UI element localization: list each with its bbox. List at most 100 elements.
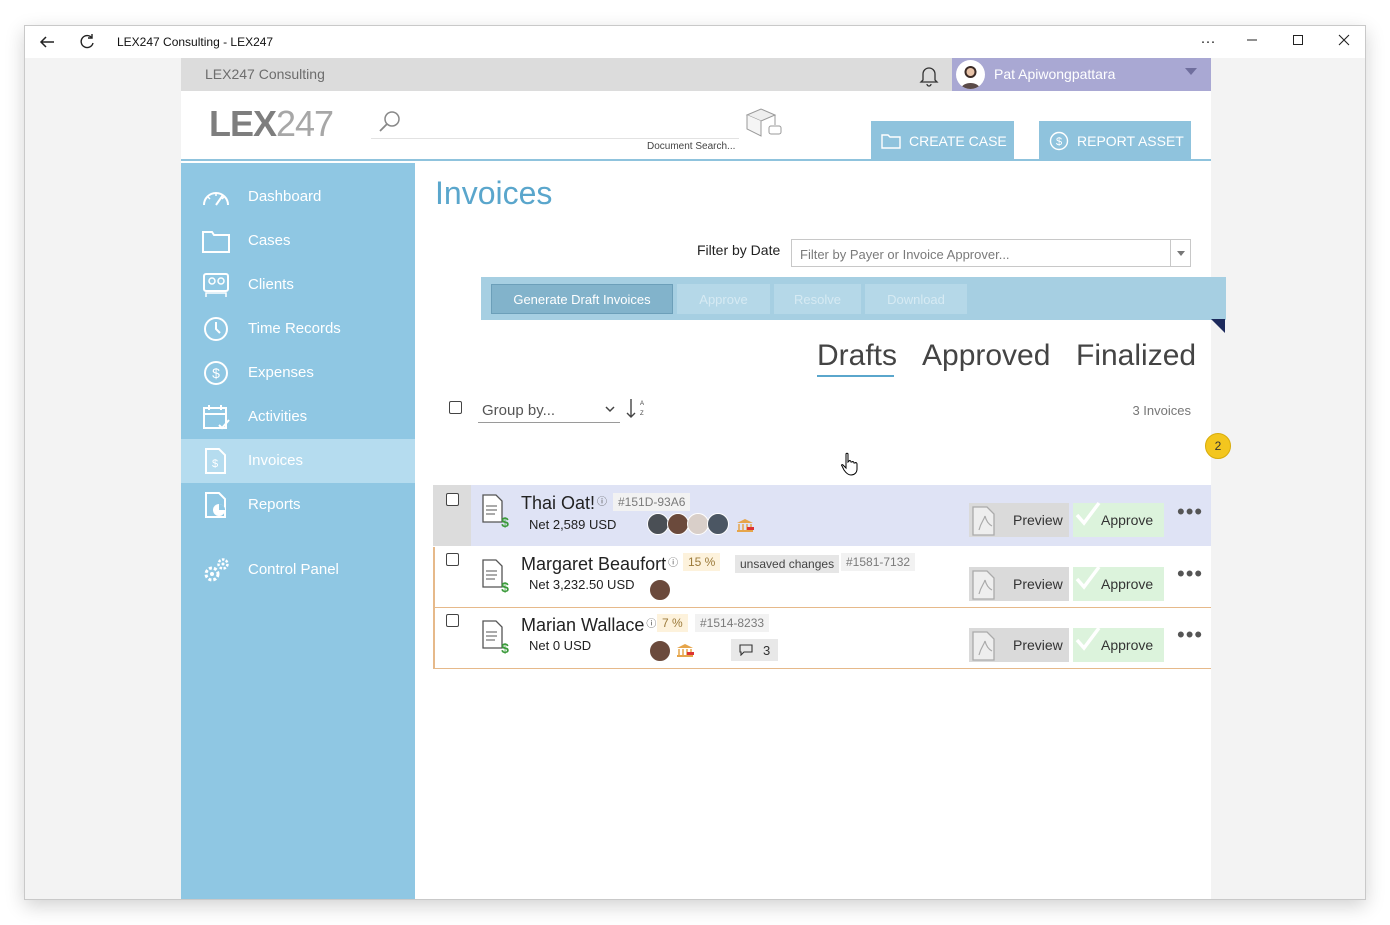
chevron-down-icon[interactable]	[1185, 68, 1197, 75]
avatar	[649, 640, 671, 662]
sidebar-item-label: Expenses	[248, 364, 314, 381]
generate-draft-invoices-button[interactable]: Generate Draft Invoices	[491, 284, 673, 314]
invoice-id-tag: #1514-8233	[695, 614, 770, 632]
preview-label: Preview	[1013, 576, 1063, 592]
approve-button[interactable]: Approve	[1073, 565, 1164, 601]
sidebar-item-expenses[interactable]: $ Expenses	[181, 351, 415, 395]
clock-icon	[204, 317, 228, 341]
row-checkbox[interactable]	[446, 493, 459, 506]
avatar	[687, 513, 709, 535]
tab-drafts[interactable]: Drafts	[817, 339, 897, 373]
sidebar-item-time-records[interactable]: Time Records	[181, 307, 415, 351]
bell-icon[interactable]	[917, 63, 941, 87]
chevron-down-icon[interactable]	[1170, 240, 1190, 266]
table-row[interactable]: $ Marian Wallace ⓘ 7 % #1514-8233 Net 0 U…	[433, 608, 1211, 669]
approve-label: Approve	[1101, 637, 1154, 653]
avatar	[667, 513, 689, 535]
info-icon: ⓘ	[668, 558, 679, 569]
sidebar-item-label: Control Panel	[248, 561, 339, 578]
maximize-icon[interactable]	[1283, 30, 1313, 54]
document-search[interactable]	[371, 105, 739, 139]
sidebar-item-activities[interactable]: Activities	[181, 395, 415, 439]
report-asset-label: REPORT ASSET	[1077, 132, 1184, 149]
invoice-name[interactable]: Thai Oat! ⓘ	[521, 493, 607, 514]
create-case-button[interactable]: CREATE CASE	[871, 121, 1014, 160]
sidebar-item-label: Clients	[248, 276, 294, 293]
preview-button[interactable]: Preview	[969, 503, 1069, 537]
user-menu[interactable]: Pat Apiwongpattara	[952, 58, 1211, 91]
logo: LEX247	[209, 103, 334, 144]
close-icon[interactable]	[1329, 30, 1359, 54]
hand-cursor-icon	[841, 452, 858, 476]
table-row[interactable]: $ Margaret Beaufort ⓘ 15 % unsaved change…	[433, 547, 1211, 608]
svg-text:A: A	[640, 401, 644, 407]
firm-name: LEX247 Consulting	[205, 66, 325, 82]
tab-finalized[interactable]: Finalized	[1076, 339, 1196, 373]
refresh-icon[interactable]	[77, 32, 97, 52]
group-by-dropdown[interactable]: Group by...	[478, 397, 620, 423]
table-row[interactable]: $ Thai Oat! ⓘ #151D-93A6 Net 2,589 USD Pr…	[433, 485, 1211, 546]
preview-button[interactable]: Preview	[969, 628, 1069, 662]
filter-label: Filter by Date	[697, 242, 781, 258]
invoice-count: 3 Invoices	[1132, 403, 1191, 418]
sidebar-item-clients[interactable]: Clients	[181, 263, 415, 307]
row-checkbox[interactable]	[446, 553, 459, 566]
sidebar-item-reports[interactable]: Reports	[181, 483, 415, 527]
more-options-icon[interactable]: •••	[1177, 622, 1203, 648]
select-all-checkbox[interactable]	[449, 401, 462, 414]
invoice-net: Net 3,232.50 USD	[529, 577, 635, 592]
search-input[interactable]	[411, 109, 731, 135]
tab-approved[interactable]: Approved	[922, 339, 1050, 373]
sidebar-item-label: Invoices	[248, 452, 304, 469]
group-by-label: Group by...	[482, 402, 556, 419]
unsaved-changes-tag: unsaved changes	[735, 555, 840, 573]
check-icon	[1075, 501, 1101, 526]
download-toolbar-button[interactable]: Download	[865, 284, 967, 314]
minimize-icon[interactable]	[1237, 30, 1267, 54]
invoice-name[interactable]: Marian Wallace ⓘ	[521, 615, 656, 636]
row-checkbox[interactable]	[446, 614, 459, 627]
sort-icon[interactable]: AZ	[626, 397, 646, 421]
preview-label: Preview	[1013, 637, 1063, 653]
svg-text:$: $	[1056, 136, 1062, 148]
svg-text:$: $	[212, 365, 220, 381]
page-title: Invoices	[435, 175, 553, 211]
top-bar: LEX247 Consulting Pat Apiwongpattara	[181, 58, 1211, 91]
avatar	[707, 513, 729, 535]
sidebar-item-dashboard[interactable]: Dashboard	[181, 175, 415, 219]
more-icon[interactable]: ···	[1193, 30, 1223, 54]
approve-button[interactable]: Approve	[1073, 626, 1164, 662]
sidebar-item-cases[interactable]: Cases	[181, 219, 415, 263]
comments-badge[interactable]: 3	[731, 639, 779, 661]
approve-toolbar-button[interactable]: Approve	[677, 284, 770, 314]
header: LEX247 Document Search... CREATE CASE $ …	[181, 91, 1211, 161]
invoice-net: Net 0 USD	[529, 638, 592, 653]
more-options-icon[interactable]: •••	[1177, 499, 1203, 525]
approve-button[interactable]: Approve	[1073, 501, 1164, 537]
create-case-label: CREATE CASE	[909, 132, 1007, 149]
back-arrow-icon[interactable]	[37, 32, 57, 52]
invoice-icon: $	[205, 448, 226, 474]
resolve-toolbar-button[interactable]: Resolve	[774, 284, 861, 314]
search-hint: Document Search...	[647, 141, 736, 152]
svg-text:Z: Z	[640, 411, 644, 417]
avatar	[956, 60, 985, 89]
invoice-name[interactable]: Margaret Beaufort ⓘ	[521, 554, 678, 575]
filter-combobox[interactable]: Filter by Payer or Invoice Approver...	[791, 239, 1191, 267]
more-options-icon[interactable]: •••	[1177, 561, 1203, 587]
comment-icon	[739, 644, 753, 656]
preview-button[interactable]: Preview	[969, 567, 1069, 601]
pdf-icon	[972, 631, 995, 661]
archive-box-icon[interactable]	[743, 105, 785, 139]
search-icon	[377, 109, 403, 135]
sidebar-item-label: Dashboard	[248, 188, 322, 205]
sidebar-item-control-panel[interactable]: Control Panel	[181, 548, 415, 592]
bank-icon	[677, 644, 694, 657]
pdf-icon	[972, 570, 995, 600]
report-asset-button[interactable]: $ REPORT ASSET	[1039, 121, 1191, 160]
invoice-net: Net 2,589 USD	[529, 517, 617, 532]
percentage-tag: 15 %	[683, 553, 721, 571]
user-name: Pat Apiwongpattara	[994, 66, 1116, 82]
sidebar-item-invoices[interactable]: $ Invoices	[181, 439, 415, 483]
approve-label: Approve	[1101, 576, 1154, 592]
